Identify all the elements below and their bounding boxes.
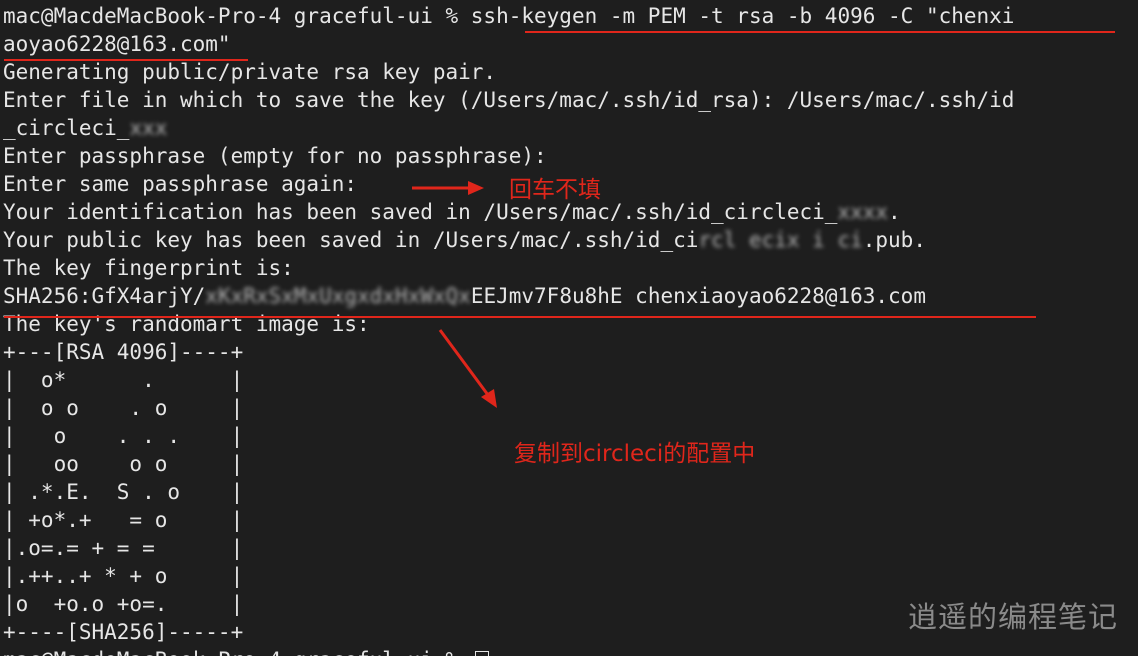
arrowhead-right-icon bbox=[468, 181, 484, 195]
arrowhead-down-icon bbox=[481, 389, 497, 408]
watermark: 逍遥的编程笔记 bbox=[907, 600, 1118, 634]
annotation-enter-no-fill: 回车不填 bbox=[509, 177, 601, 203]
annotation-copy-to-circleci: 复制到circleci的配置中 bbox=[514, 441, 756, 467]
annotation-arrows bbox=[412, 181, 497, 408]
arrow-down-icon bbox=[438, 329, 490, 396]
